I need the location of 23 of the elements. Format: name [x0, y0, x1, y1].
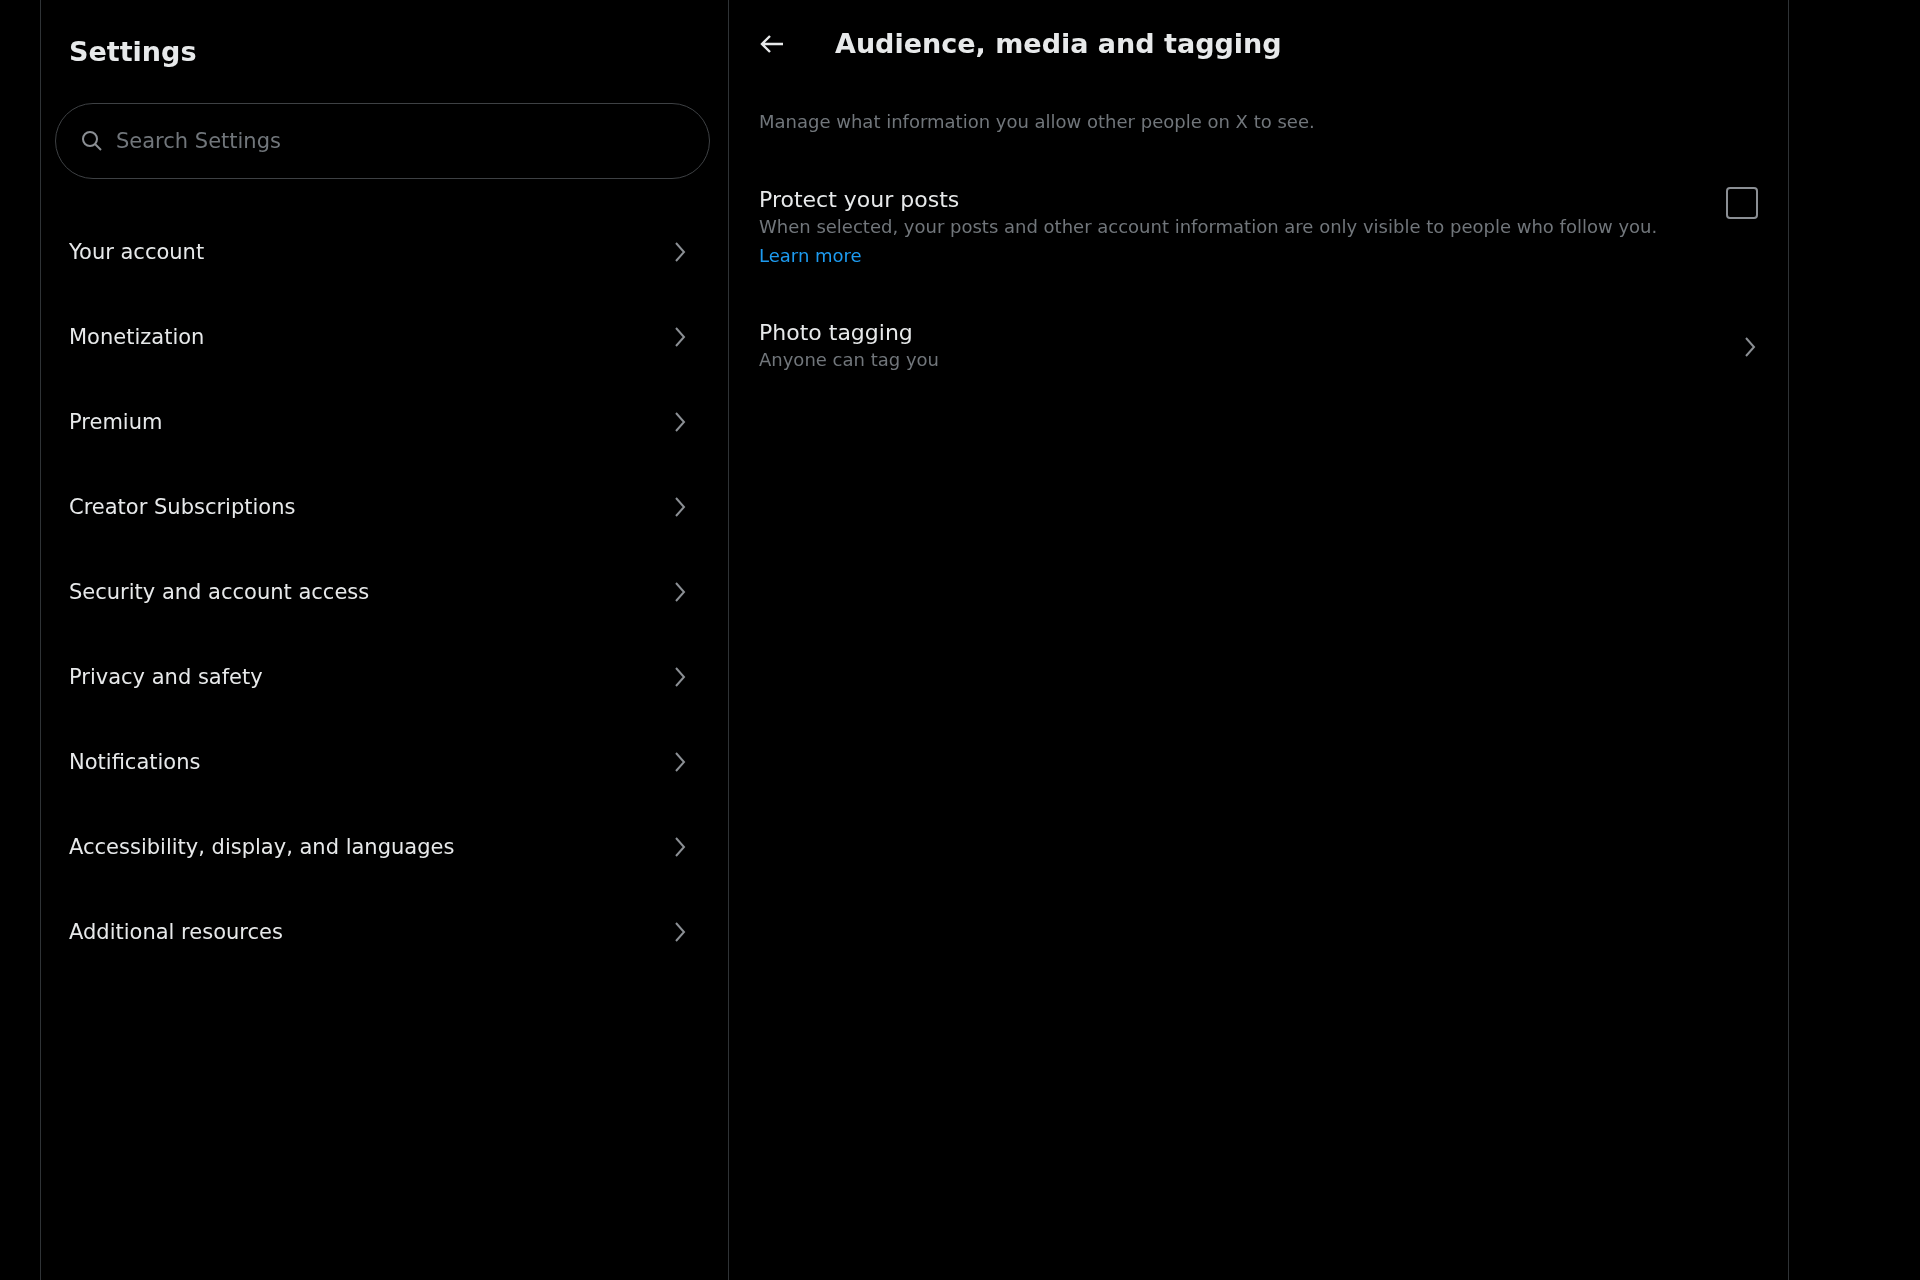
sidebar-title: Settings — [68, 35, 198, 67]
settings-menu-item[interactable]: Creator Subscriptions — [41, 464, 728, 549]
settings-menu-item[interactable]: Premium — [41, 379, 728, 464]
search-field[interactable]: Search Settings — [55, 103, 710, 179]
page-description: Manage what information you allow other people on X to see. — [758, 110, 1316, 132]
setting-label: Photo tagging — [759, 320, 914, 345]
photo-tagging-row[interactable]: Photo tagging Anyone can tag you — [729, 320, 1788, 374]
learn-more-link[interactable]: Learn more — [759, 245, 862, 266]
checkbox[interactable] — [1726, 187, 1758, 219]
setting-description: When selected, your posts and other account information are only visible to people who follow you. Learn more — [759, 215, 1659, 268]
chevron-right-icon — [1742, 335, 1758, 359]
settings-menu-item[interactable]: Security and account access — [41, 549, 728, 634]
settings-menu-item[interactable]: Your account — [41, 209, 728, 294]
settings-menu-item[interactable]: Privacy and safety — [41, 634, 728, 719]
search-icon — [81, 130, 103, 152]
page-title: Audience, media and tagging — [835, 28, 1282, 59]
setting-value: Anyone can tag you — [759, 348, 939, 372]
settings-menu-item[interactable]: Accessibility, display, and languages — [41, 804, 728, 889]
settings-menu-item[interactable]: Monetization — [41, 294, 728, 379]
back-arrow-icon[interactable] — [759, 32, 785, 55]
setting-label: Protect your posts — [759, 187, 961, 212]
settings-menu-item[interactable]: Notifications — [41, 719, 728, 804]
settings-menu-item[interactable]: Additional resources — [41, 889, 728, 974]
